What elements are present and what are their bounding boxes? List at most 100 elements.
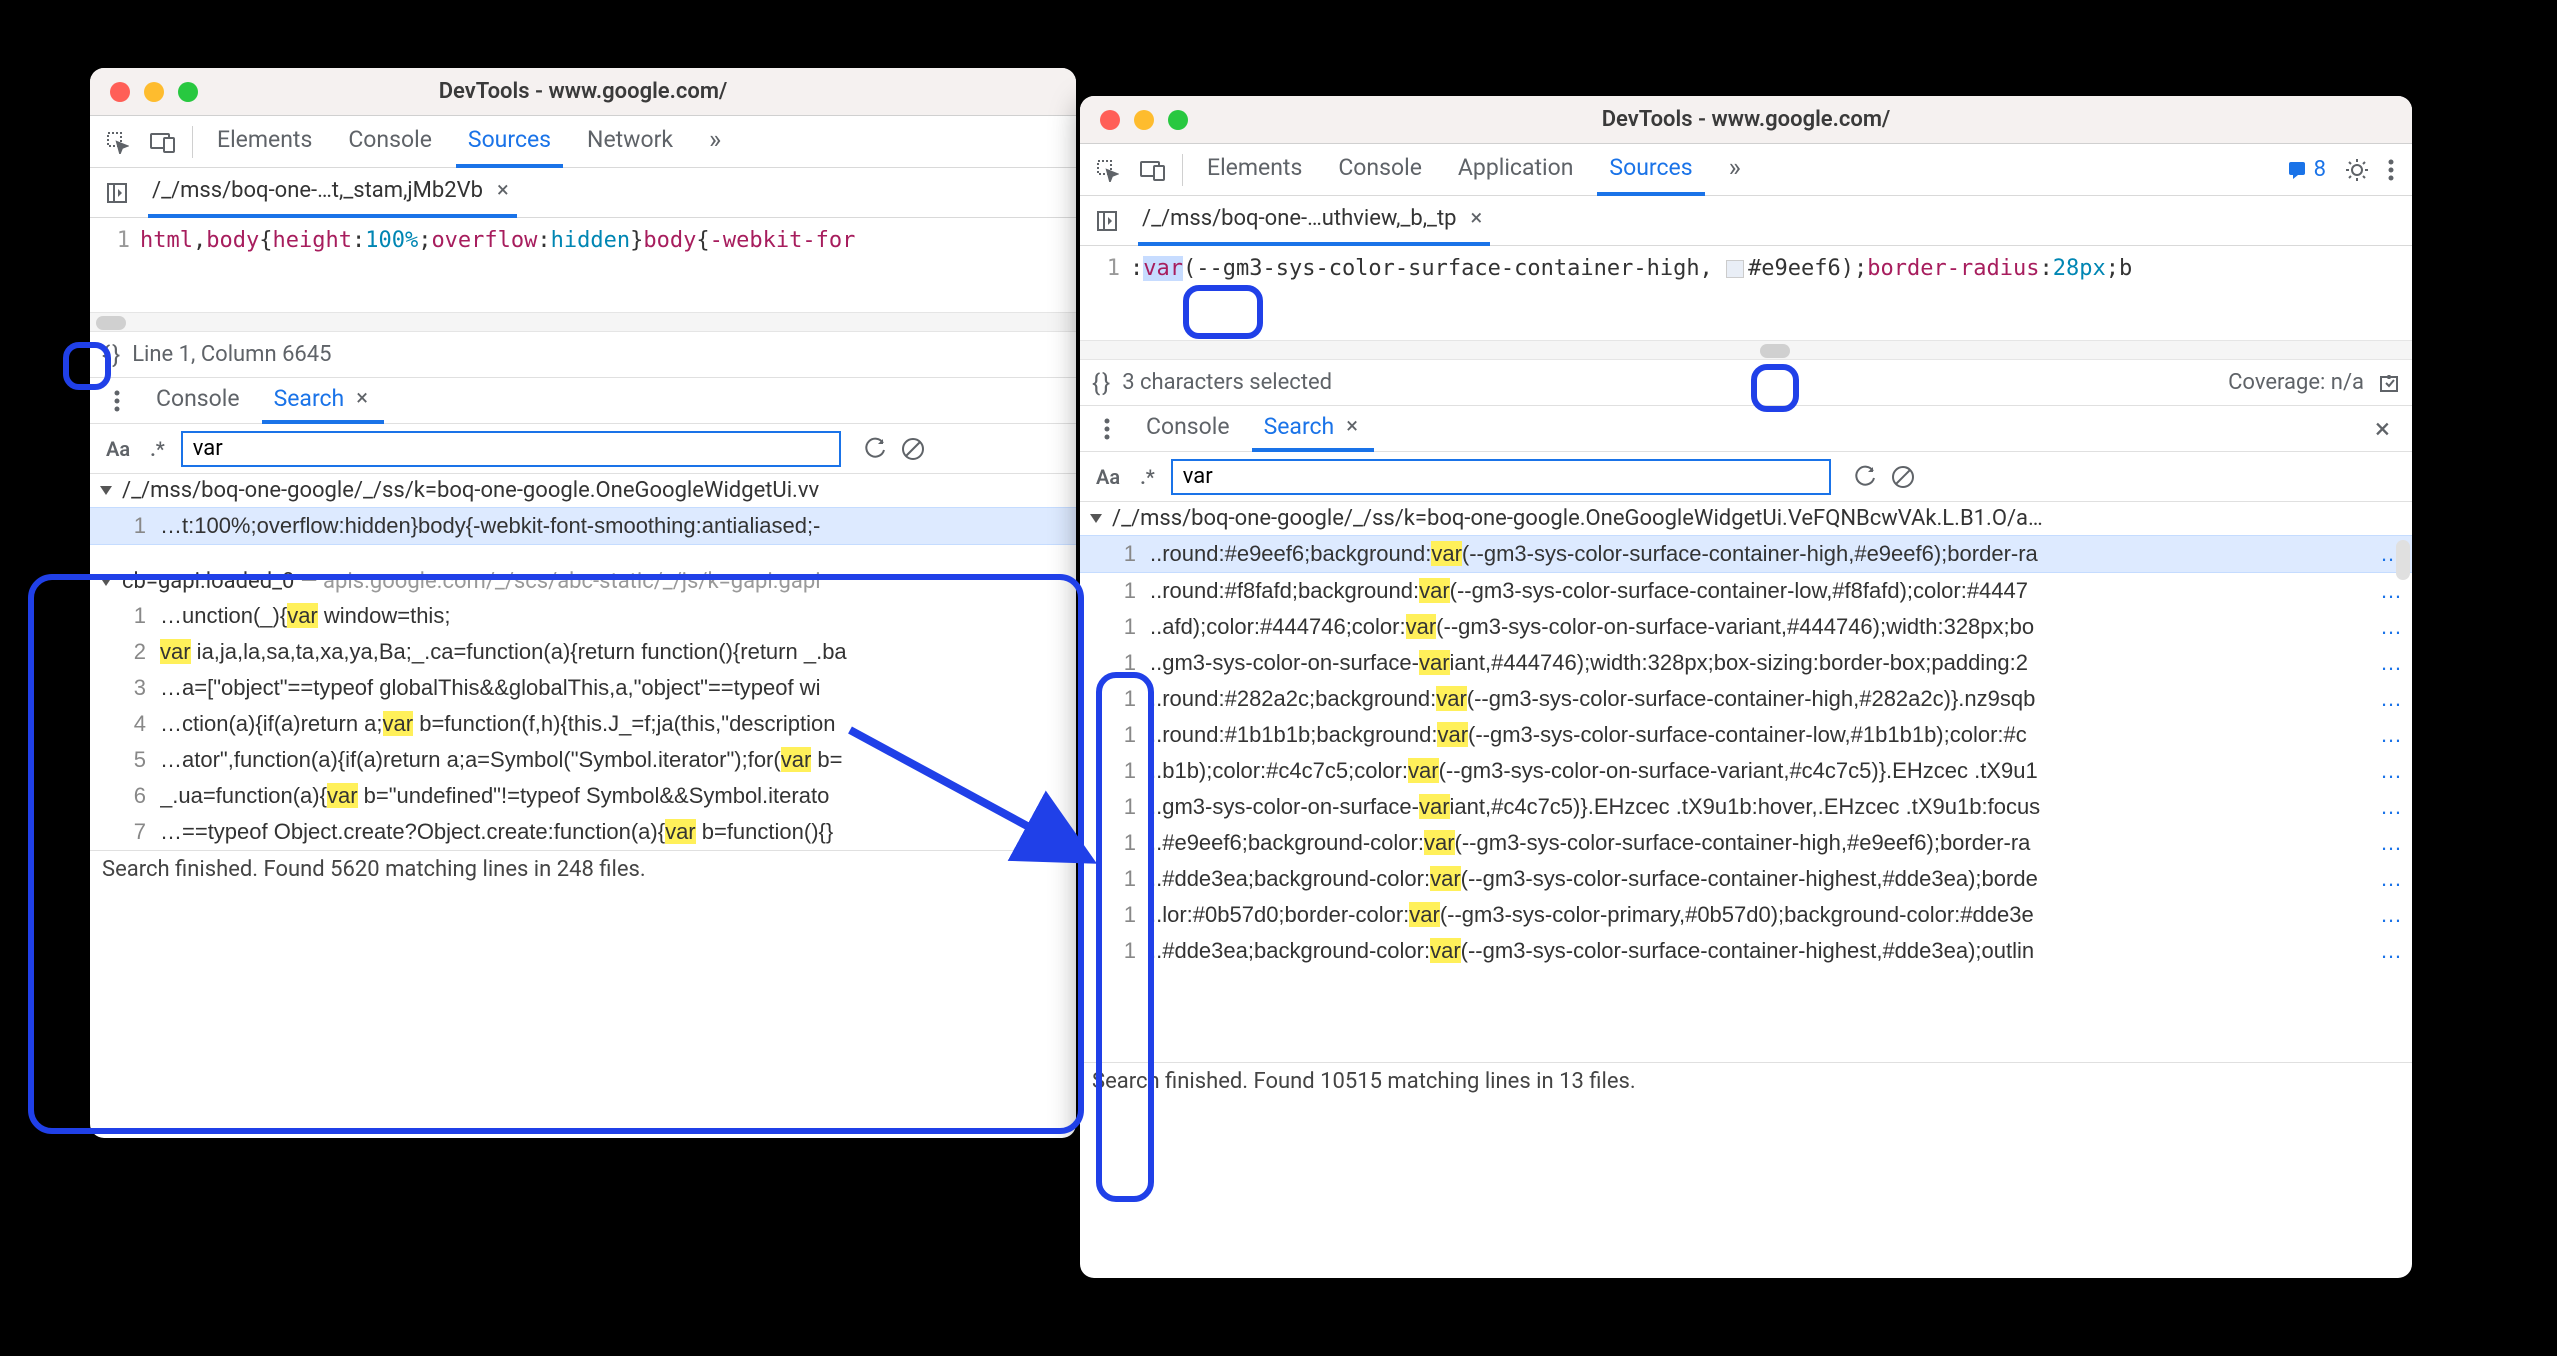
tab-application[interactable]: Application	[1446, 144, 1586, 196]
result-line[interactable]: 1..gm3-sys-color-on-surface-variant,#444…	[1080, 645, 2412, 681]
tab-elements[interactable]: Elements	[1195, 144, 1314, 196]
result-line[interactable]: 5…ator",function(a){if(a)return a;a=Symb…	[90, 742, 1076, 778]
result-line[interactable]: 1..gm3-sys-color-on-surface-variant,#c4c…	[1080, 789, 2412, 825]
tab-network[interactable]: Network	[575, 116, 685, 168]
minimize-window-icon[interactable]	[1134, 110, 1154, 130]
tab-overflow-icon[interactable]: »	[697, 116, 733, 168]
horizontal-scrollbar[interactable]	[1080, 340, 2412, 360]
code-line: html,body{height:100%;overflow:hidden}bo…	[140, 222, 855, 260]
file-tab[interactable]: /_/mss/boq-one-…uthview,_b,_tp ×	[1138, 196, 1490, 246]
result-line[interactable]: 1..#dde3ea;background-color:var(--gm3-sy…	[1080, 933, 2412, 969]
result-line[interactable]: 1…unction(_){var window=this;	[90, 598, 1076, 634]
result-group[interactable]: cb=gapi.loaded_0 — apis.google.com/_/scs…	[90, 565, 1076, 598]
result-line-number: 1	[1116, 683, 1136, 715]
result-line[interactable]: 1..round:#f8fafd;background:var(--gm3-sy…	[1080, 573, 2412, 609]
close-drawer-tab-icon[interactable]: ×	[352, 386, 372, 411]
search-input[interactable]	[181, 431, 841, 467]
drawer-tab-console[interactable]: Console	[1134, 406, 1242, 452]
match-case-icon[interactable]: Aa	[102, 435, 134, 463]
scroll-thumb[interactable]	[96, 316, 126, 330]
window-title: DevTools - www.google.com/	[1602, 107, 1891, 132]
result-line[interactable]: 6_.ua=function(a){var b="undefined"!=typ…	[90, 778, 1076, 814]
minimize-window-icon[interactable]	[144, 82, 164, 102]
scroll-thumb[interactable]	[1760, 344, 1790, 358]
result-line-text: ..#e9eef6;background-color:var(--gm3-sys…	[1150, 827, 2366, 859]
regex-icon[interactable]: .*	[1136, 463, 1159, 491]
caret-down-icon	[1090, 514, 1102, 523]
drawer-menu-icon[interactable]	[100, 384, 134, 418]
result-line-text: ..afd);color:#444746;color:var(--gm3-sys…	[1150, 611, 2366, 643]
color-swatch-icon[interactable]	[1726, 260, 1744, 278]
tab-overflow-icon[interactable]: »	[1717, 144, 1753, 196]
close-drawer-icon[interactable]: ×	[2371, 412, 2394, 445]
result-line[interactable]: 3…a=["object"==typeof globalThis&&global…	[90, 670, 1076, 706]
caret-down-icon	[100, 486, 112, 495]
tab-sources[interactable]: Sources	[456, 116, 563, 168]
search-match: var	[1424, 830, 1455, 855]
drawer-tabs: Console Search × ×	[1080, 406, 2412, 452]
result-line[interactable]: 1..round:#1b1b1b;background:var(--gm3-sy…	[1080, 717, 2412, 753]
search-match: var	[1419, 650, 1450, 675]
horizontal-scrollbar[interactable]	[90, 312, 1076, 332]
result-line[interactable]: 4…ction(a){if(a)return a;var b=function(…	[90, 706, 1076, 742]
show-navigator-icon[interactable]	[1090, 204, 1124, 238]
result-line-number: 1	[126, 600, 146, 632]
tab-elements[interactable]: Elements	[205, 116, 324, 168]
code-editor[interactable]: 1 html,body{height:100%;overflow:hidden}…	[90, 218, 1076, 264]
drawer-menu-icon[interactable]	[1090, 412, 1124, 446]
coverage-icon[interactable]	[2378, 372, 2400, 394]
file-name: /_/mss/boq-one-…t,_stam,jMb2Vb	[152, 178, 483, 203]
result-line[interactable]: 1..afd);color:#444746;color:var(--gm3-sy…	[1080, 609, 2412, 645]
close-window-icon[interactable]	[1100, 110, 1120, 130]
refresh-icon[interactable]	[863, 437, 887, 461]
more-menu-icon[interactable]	[2388, 159, 2394, 181]
result-group[interactable]: /_/mss/boq-one-google/_/ss/k=boq-one-goo…	[90, 474, 1076, 507]
result-line[interactable]: 2var ia,ja,la,sa,ta,xa,ya,Ba;_.ca=functi…	[90, 634, 1076, 670]
result-line[interactable]: 1 …t:100%;overflow:hidden}body{-webkit-f…	[90, 507, 1076, 545]
result-group[interactable]: /_/mss/boq-one-google/_/ss/k=boq-one-goo…	[1080, 502, 2412, 535]
search-row: Aa .*	[90, 424, 1076, 474]
pretty-print-icon[interactable]: { }	[1092, 369, 1108, 397]
drawer-tab-console[interactable]: Console	[144, 378, 252, 424]
refresh-icon[interactable]	[1853, 465, 1877, 489]
result-line-text: ..gm3-sys-color-on-surface-variant,#4447…	[1150, 647, 2366, 679]
cancel-icon[interactable]	[1891, 465, 1915, 489]
result-line-text: ..#dde3ea;background-color:var(--gm3-sys…	[1150, 935, 2366, 967]
pretty-print-icon[interactable]: { }	[102, 341, 118, 369]
issues-badge[interactable]: 8	[2286, 157, 2326, 182]
show-navigator-icon[interactable]	[100, 176, 134, 210]
settings-icon[interactable]	[2344, 157, 2370, 183]
regex-icon[interactable]: .*	[146, 435, 169, 463]
drawer-tab-search[interactable]: Search ×	[1252, 406, 1374, 452]
match-case-icon[interactable]: Aa	[1092, 463, 1124, 491]
tab-sources[interactable]: Sources	[1597, 144, 1704, 196]
traffic-lights	[90, 82, 198, 102]
result-line[interactable]: 1..#e9eef6;background-color:var(--gm3-sy…	[1080, 825, 2412, 861]
result-line-number: 2	[126, 636, 146, 668]
device-toggle-icon[interactable]	[146, 125, 180, 159]
close-tab-icon[interactable]: ×	[493, 178, 513, 203]
result-line[interactable]: 1..lor:#0b57d0;border-color:var(--gm3-sy…	[1080, 897, 2412, 933]
code-editor[interactable]: 1 :var(--gm3-sys-color-surface-container…	[1080, 246, 2412, 292]
maximize-window-icon[interactable]	[178, 82, 198, 102]
file-tab[interactable]: /_/mss/boq-one-…t,_stam,jMb2Vb ×	[148, 168, 517, 218]
close-window-icon[interactable]	[110, 82, 130, 102]
inspect-icon[interactable]	[1090, 153, 1124, 187]
tab-console[interactable]: Console	[336, 116, 444, 168]
result-line[interactable]: 7…==typeof Object.create?Object.create:f…	[90, 814, 1076, 850]
maximize-window-icon[interactable]	[1168, 110, 1188, 130]
close-drawer-tab-icon[interactable]: ×	[1342, 414, 1362, 439]
tab-console[interactable]: Console	[1326, 144, 1434, 196]
vertical-scrollbar[interactable]	[2396, 540, 2410, 580]
ellipsis-icon: …	[2380, 827, 2402, 859]
result-line[interactable]: 1..b1b);color:#c4c7c5;color:var(--gm3-sy…	[1080, 753, 2412, 789]
cancel-icon[interactable]	[901, 437, 925, 461]
result-line[interactable]: 1..round:#282a2c;background:var(--gm3-sy…	[1080, 681, 2412, 717]
result-line[interactable]: 1..round:#e9eef6;background:var(--gm3-sy…	[1080, 535, 2412, 573]
close-tab-icon[interactable]: ×	[1467, 206, 1487, 231]
device-toggle-icon[interactable]	[1136, 153, 1170, 187]
search-input[interactable]	[1171, 459, 1831, 495]
result-line[interactable]: 1..#dde3ea;background-color:var(--gm3-sy…	[1080, 861, 2412, 897]
inspect-icon[interactable]	[100, 125, 134, 159]
drawer-tab-search[interactable]: Search ×	[262, 378, 384, 424]
